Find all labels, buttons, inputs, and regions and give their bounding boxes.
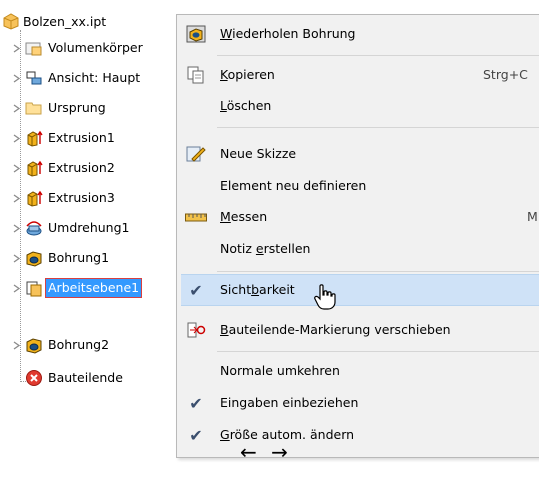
menu-item-label: Element neu definieren	[220, 178, 367, 193]
part-file-icon	[2, 12, 20, 30]
menu-separator	[217, 55, 539, 56]
tree-item-label: Bauteilende	[48, 370, 123, 385]
menu-item-label: Normale umkehren	[220, 363, 340, 378]
chevron-right-icon[interactable]	[12, 133, 21, 143]
model-browser-tree: Bolzen_xx.ipt Volumenkörper Ansicht: Hau…	[0, 0, 200, 420]
context-menu: Wiederholen Bohrung Kopieren Strg+C Lösc…	[176, 14, 539, 458]
menu-item-include-inputs[interactable]: ✔ Eingaben einbeziehen	[177, 388, 539, 418]
chevron-right-icon[interactable]	[12, 253, 21, 263]
hole-icon	[25, 336, 43, 354]
chevron-right-icon[interactable]	[12, 163, 21, 173]
menu-separator	[217, 271, 539, 272]
tree-item-hole2[interactable]: Bohrung2	[12, 335, 111, 355]
menu-item-delete[interactable]: Löschen	[177, 91, 539, 121]
tree-item-extrusion3[interactable]: Extrusion3	[12, 188, 117, 208]
menu-item-label: Neue Skizze	[220, 146, 297, 161]
end-of-part-icon	[25, 369, 43, 387]
tree-item-revolve1[interactable]: Umdrehung1	[12, 218, 131, 238]
ruler-icon	[185, 207, 207, 227]
chevron-right-icon[interactable]	[12, 73, 21, 83]
tree-item-label: Volumenkörper	[48, 40, 143, 55]
tree-item-origin[interactable]: Ursprung	[12, 98, 108, 118]
tree-item-label: Extrusion2	[48, 160, 115, 175]
menu-item-repeat-hole[interactable]: Wiederholen Bohrung	[177, 19, 539, 49]
menu-item-new-sketch[interactable]: Neue Skizze	[177, 139, 539, 169]
sketch-icon	[185, 144, 207, 164]
menu-item-label: Notiz erstellen	[220, 241, 311, 256]
chevron-right-icon[interactable]	[12, 43, 21, 53]
menu-item-label: Messen	[220, 209, 268, 224]
view-representation-icon	[25, 69, 43, 87]
chevron-right-icon[interactable]	[12, 103, 21, 113]
tree-root-item[interactable]: Bolzen_xx.ipt	[2, 11, 106, 31]
tree-item-label: Ursprung	[48, 100, 106, 115]
checkmark-icon: ✔	[189, 393, 203, 413]
tree-item-hole1[interactable]: Bohrung1	[12, 248, 111, 268]
menu-item-create-note[interactable]: Notiz erstellen	[177, 234, 539, 264]
tree-item-work-plane1[interactable]: Arbeitsebene1	[12, 278, 143, 298]
tree-item-end-of-part[interactable]: Bauteilende	[25, 368, 125, 388]
tree-item-label: Bohrung2	[48, 337, 110, 352]
origin-folder-icon	[25, 99, 43, 117]
end-of-part-marker-icon	[185, 320, 207, 340]
chevron-right-icon[interactable]	[12, 223, 21, 233]
tree-root-label: Bolzen_xx.ipt	[23, 13, 107, 29]
menu-item-flip-normal[interactable]: Normale umkehren	[177, 356, 539, 386]
extrusion-icon	[25, 129, 43, 147]
extrusion-icon	[25, 189, 43, 207]
menu-item-copy[interactable]: Kopieren Strg+C	[177, 60, 539, 90]
menu-item-label: Bauteilende-Markierung verschieben	[220, 322, 451, 337]
menu-item-label: Eingaben einbeziehen	[220, 395, 359, 410]
tree-item-view[interactable]: Ansicht: Haupt	[12, 68, 142, 88]
tree-item-label: Umdrehung1	[48, 220, 130, 235]
menu-item-move-end-of-part[interactable]: Bauteilende-Markierung verschieben	[177, 315, 539, 345]
hole-icon	[185, 24, 207, 44]
tree-item-label: Bohrung1	[48, 250, 110, 265]
menu-item-label: Kopieren	[220, 67, 275, 82]
work-plane-icon	[25, 279, 43, 297]
tree-item-label: Extrusion1	[48, 130, 115, 145]
tree-item-solid-bodies[interactable]: Volumenkörper	[12, 38, 145, 58]
chevron-right-icon[interactable]	[12, 283, 21, 293]
menu-item-auto-resize[interactable]: ✔ Größe autom. ändern	[177, 420, 539, 450]
menu-item-measure[interactable]: Messen M	[177, 202, 539, 232]
menu-item-label: Sichtbarkeit	[220, 282, 295, 297]
hole-icon	[25, 249, 43, 267]
tree-item-label: Arbeitsebene1	[44, 278, 143, 298]
menu-separator	[217, 127, 539, 128]
checkmark-icon: ✔	[189, 280, 203, 300]
chevron-right-icon[interactable]	[12, 193, 21, 203]
hand-cursor-icon	[314, 284, 336, 310]
chevron-right-icon[interactable]	[12, 340, 21, 350]
menu-item-visibility[interactable]: ✔ Sichtbarkeit	[181, 274, 539, 306]
menu-item-shortcut: M	[527, 209, 538, 224]
solid-bodies-folder-icon	[25, 39, 43, 57]
menu-item-label: Wiederholen Bohrung	[220, 26, 356, 41]
menu-item-redefine-feature[interactable]: Element neu definieren	[177, 171, 539, 201]
copy-icon	[185, 65, 207, 85]
tree-item-extrusion1[interactable]: Extrusion1	[12, 128, 117, 148]
tree-item-label: Extrusion3	[48, 190, 115, 205]
checkmark-icon: ✔	[189, 425, 203, 445]
tree-item-label: Ansicht: Haupt	[48, 70, 141, 85]
extrusion-icon	[25, 159, 43, 177]
tree-item-extrusion2[interactable]: Extrusion2	[12, 158, 117, 178]
menu-separator	[217, 351, 539, 352]
navigation-arrows: ← →	[240, 440, 292, 464]
menu-item-label: Löschen	[220, 98, 272, 113]
revolve-icon	[25, 219, 43, 237]
menu-item-shortcut: Strg+C	[483, 67, 528, 82]
